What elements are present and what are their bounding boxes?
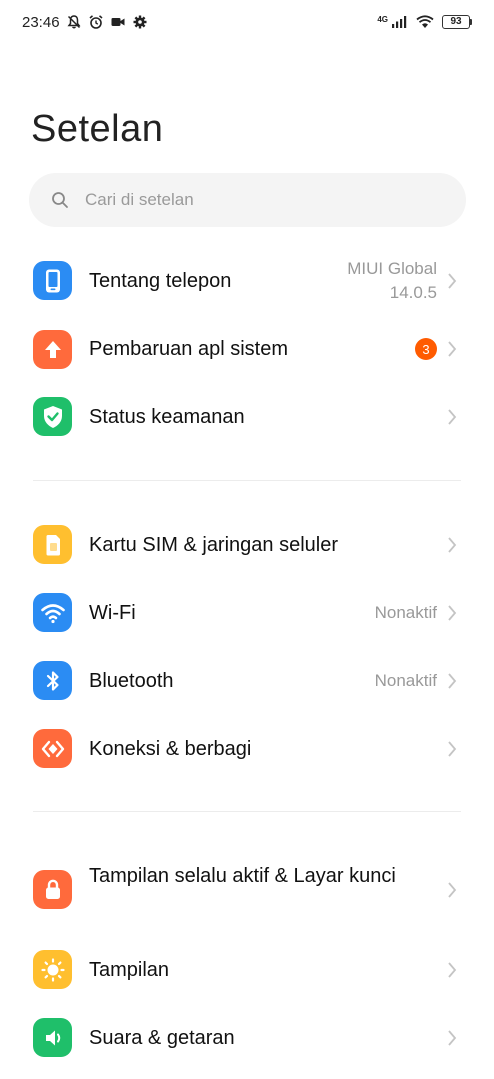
update-count-badge: 3 <box>415 338 437 360</box>
setting-label: Tentang telepon <box>89 270 232 292</box>
setting-label: Bluetooth <box>89 670 174 692</box>
section-divider <box>33 480 461 481</box>
chevron-right-icon <box>448 1030 457 1046</box>
bluetooth-status: Nonaktif <box>374 671 437 690</box>
chevron-right-icon <box>448 537 457 553</box>
setting-label: Status keamanan <box>89 406 245 428</box>
bluetooth-icon <box>33 661 72 700</box>
alarm-icon <box>89 15 103 29</box>
chevron-right-icon <box>448 673 457 689</box>
miui-version-line2: 14.0.5 <box>389 283 437 302</box>
setting-bluetooth[interactable]: Bluetooth Nonaktif <box>0 648 494 714</box>
battery-level: 93 <box>442 15 470 29</box>
wifi-icon <box>33 593 72 632</box>
status-left: 23:46 <box>22 14 148 31</box>
connection-sharing-icon <box>33 729 72 768</box>
setting-label: Kartu SIM & jaringan seluler <box>89 534 339 556</box>
signal-icon <box>392 16 407 28</box>
setting-label: Tampilan <box>89 959 170 981</box>
chevron-right-icon <box>448 341 457 357</box>
search-bar[interactable] <box>29 173 466 227</box>
sim-card-icon <box>33 525 72 564</box>
setting-display[interactable]: Tampilan <box>0 937 494 1003</box>
speaker-icon <box>33 1018 72 1057</box>
miui-version-line1: MIUI Global <box>347 259 437 278</box>
chevron-right-icon <box>448 409 457 425</box>
chevron-right-icon <box>448 741 457 757</box>
network-type: 4G <box>377 14 388 24</box>
setting-label: Tampilan selalu aktif & Layar kunci <box>89 865 396 887</box>
setting-label: Koneksi & berbagi <box>89 738 252 760</box>
chevron-right-icon <box>448 882 457 898</box>
wifi-status-icon <box>416 15 434 28</box>
search-icon <box>52 192 68 208</box>
setting-connection-sharing[interactable]: Koneksi & berbagi <box>0 716 494 782</box>
video-camera-icon <box>111 18 125 26</box>
shield-check-icon <box>33 397 72 436</box>
setting-always-on-lock-screen[interactable]: Tampilan selalu aktif & Layar kunci <box>0 852 494 928</box>
wifi-status: Nonaktif <box>374 603 437 622</box>
battery-tip <box>470 19 472 25</box>
arrow-up-icon <box>33 330 72 369</box>
setting-label: Suara & getaran <box>89 1027 235 1049</box>
setting-wifi[interactable]: Wi-Fi Nonaktif <box>0 580 494 646</box>
search-input[interactable] <box>83 189 423 211</box>
setting-about-phone[interactable]: Tentang telepon MIUI Global 14.0.5 <box>0 248 494 314</box>
setting-system-app-updates[interactable]: Pembaruan apl sistem 3 <box>0 316 494 382</box>
section-divider <box>33 811 461 812</box>
miui-version: MIUI Global 14.0.5 <box>347 257 437 305</box>
page-title: Setelan <box>31 108 164 150</box>
chevron-right-icon <box>448 962 457 978</box>
gear-icon <box>133 15 147 29</box>
setting-label: Wi-Fi <box>89 602 136 624</box>
setting-label: Pembaruan apl sistem <box>89 338 288 360</box>
lock-icon <box>33 870 72 909</box>
setting-sim-cards[interactable]: Kartu SIM & jaringan seluler <box>0 512 494 578</box>
battery-indicator: 93 <box>442 15 472 29</box>
status-bar: 23:46 4G 93 <box>0 0 494 36</box>
phone-icon <box>33 261 72 300</box>
status-time: 23:46 <box>22 13 60 31</box>
setting-security-status[interactable]: Status keamanan <box>0 384 494 450</box>
notifications-muted-icon <box>67 15 81 29</box>
sun-icon <box>33 950 72 989</box>
setting-sound-vibration[interactable]: Suara & getaran <box>0 1005 494 1071</box>
chevron-right-icon <box>448 273 457 289</box>
status-right: 4G 93 <box>377 14 472 30</box>
chevron-right-icon <box>448 605 457 621</box>
